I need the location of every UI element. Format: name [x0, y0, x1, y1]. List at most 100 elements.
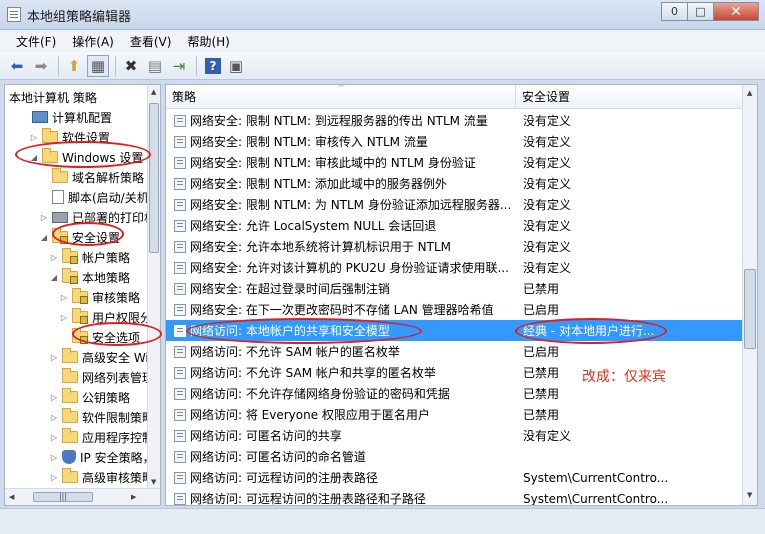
table-row[interactable]: 网络安全: 允许本地系统将计算机标识用于 NTLM 没有定义: [166, 236, 742, 257]
policy-icon: [174, 387, 186, 400]
collapsed-arrow-icon[interactable]: ▷: [49, 433, 59, 442]
collapsed-arrow-icon[interactable]: ▷: [49, 453, 59, 462]
scroll-down-icon[interactable]: ▼: [151, 478, 156, 486]
menu-help[interactable]: 帮助(H): [179, 33, 237, 50]
tree-item[interactable]: ▷IP 安全策略，在 本地计算机: [49, 447, 160, 467]
tree-horizontal-scrollbar[interactable]: ◀ ||| ▶: [5, 488, 160, 505]
collapsed-arrow-icon[interactable]: ▷: [49, 413, 59, 422]
policy-name: 网络安全: 限制 NTLM: 审核此域中的 NTLM 身份验证: [190, 156, 476, 170]
shield-icon: [62, 450, 76, 464]
tree-pane[interactable]: 本地计算机 策略 计算机配置 ▷ 软件设置 ◢ Windows 设置 域名解析策略脚本(启动…: [4, 84, 161, 506]
locked-folder-icon: [62, 268, 78, 284]
export-icon[interactable]: ⇥: [168, 55, 190, 77]
policy-list-pane[interactable]: ^ 策略 安全设置 网络安全: 限制 NTLM: 到远程服务器的传出 NTLM …: [165, 84, 758, 506]
table-row[interactable]: 网络安全: 限制 NTLM: 为 NTLM 身份验证添加远程服务器... 没有定义: [166, 194, 742, 215]
policy-icon: [174, 198, 186, 211]
list-vertical-scrollbar[interactable]: ▲ ▼: [742, 85, 757, 505]
tree-item[interactable]: ▷ 用户权限分配: [59, 307, 160, 327]
table-row[interactable]: 网络安全: 限制 NTLM: 审核传入 NTLM 流量 没有定义: [166, 131, 742, 152]
table-row[interactable]: 网络安全: 限制 NTLM: 到远程服务器的传出 NTLM 流量 没有定义: [166, 110, 742, 131]
collapsed-arrow-icon[interactable]: ▷: [39, 213, 49, 222]
close-button[interactable]: ✕: [713, 2, 759, 21]
policy-icon: [174, 450, 186, 463]
table-row[interactable]: 网络访问: 不允许存储网络身份验证的密码和凭据 已禁用: [166, 383, 742, 404]
policy-setting: 没有定义: [523, 114, 572, 128]
menu-file[interactable]: 文件(F): [8, 33, 64, 50]
tree-item[interactable]: ▷ 软件限制策略: [49, 407, 154, 427]
policy-name: 网络安全: 限制 NTLM: 审核传入 NTLM 流量: [190, 135, 428, 149]
forward-icon[interactable]: ➡: [30, 55, 52, 77]
back-icon[interactable]: ⬅: [6, 55, 28, 77]
help-icon[interactable]: ?: [205, 57, 221, 74]
collapsed-arrow-icon[interactable]: ▷: [59, 313, 69, 322]
scroll-up-icon[interactable]: ▲: [747, 89, 752, 97]
policy-setting: 没有定义: [523, 177, 572, 191]
tree-item[interactable]: ◢ 本地策略: [49, 267, 130, 287]
expanded-arrow-icon[interactable]: ◢: [29, 153, 39, 162]
tree-item[interactable]: ▷ 帐户策略: [49, 247, 130, 267]
menu-view[interactable]: 查看(V): [122, 33, 180, 50]
table-row[interactable]: 网络访问: 可匿名访问的命名管道: [166, 446, 742, 467]
table-row[interactable]: 网络安全: 限制 NTLM: 审核此域中的 NTLM 身份验证 没有定义: [166, 152, 742, 173]
tree-item[interactable]: ▷应用程序控制策略: [49, 427, 160, 447]
expanded-arrow-icon[interactable]: ◢: [49, 273, 59, 282]
collapsed-arrow-icon[interactable]: ▷: [59, 293, 69, 302]
tree-item[interactable]: 域名解析策略: [39, 167, 144, 187]
table-row[interactable]: 网络访问: 不允许 SAM 帐户的匿名枚举 已启用: [166, 341, 742, 362]
tree-item[interactable]: 脚本(启动/关机): [39, 187, 153, 207]
table-row[interactable]: 网络访问: 本地帐户的共享和安全模型 经典 - 对本地用户进行...: [166, 320, 742, 341]
tree-item[interactable]: 计算机配置: [19, 107, 112, 127]
tree-item[interactable]: ▷ 审核策略: [59, 287, 140, 307]
collapsed-arrow-icon[interactable]: ▷: [49, 393, 59, 402]
scroll-thumb[interactable]: |||: [33, 492, 93, 502]
scroll-left-icon[interactable]: ◀: [9, 493, 14, 501]
minimize-button[interactable]: 0: [661, 2, 688, 21]
collapsed-arrow-icon[interactable]: ▷: [49, 253, 59, 262]
scroll-up-icon[interactable]: ▲: [151, 88, 156, 96]
tree-item[interactable]: ▷ 公钥策略: [49, 387, 130, 407]
delete-icon[interactable]: ✖: [120, 55, 142, 77]
collapsed-arrow-icon[interactable]: ▷: [29, 133, 39, 142]
maximize-button[interactable]: □: [687, 2, 714, 21]
menu-action[interactable]: 操作(A): [64, 33, 122, 50]
up-folder-icon[interactable]: ⬆: [63, 55, 85, 77]
column-header-policy[interactable]: ^ 策略: [166, 85, 516, 109]
view-icon[interactable]: ▣: [225, 55, 247, 77]
table-row[interactable]: 网络安全: 允许对该计算机的 PKU2U 身份验证请求使用联... 没有定义: [166, 257, 742, 278]
table-row[interactable]: 网络访问: 可远程访问的注册表路径和子路径 System\CurrentContr…: [166, 488, 742, 505]
minimize-icon: 0: [671, 5, 678, 18]
scroll-thumb[interactable]: [149, 103, 159, 253]
tree-item[interactable]: ▷ 软件设置: [29, 127, 110, 147]
tree-item-label: 脚本(启动/关机): [68, 190, 154, 205]
table-row[interactable]: 网络访问: 将 Everyone 权限应用于匿名用户 已禁用: [166, 404, 742, 425]
policy-icon: [174, 303, 186, 316]
table-row[interactable]: 网络安全: 在超过登录时间后强制注销 已禁用: [166, 278, 742, 299]
tree-item[interactable]: ▷高级安全 Windows 防火墙: [49, 347, 160, 367]
collapsed-arrow-icon[interactable]: ▷: [49, 473, 59, 482]
policy-setting: 经典 - 对本地用户进行...: [523, 324, 655, 338]
show-tree-icon[interactable]: ▦: [87, 54, 109, 77]
table-row[interactable]: 网络访问: 可匿名访问的共享 没有定义: [166, 425, 742, 446]
tree-item[interactable]: 网络列表管理器策略: [49, 367, 160, 387]
policy-icon: [174, 282, 186, 295]
folder-icon: [62, 368, 78, 383]
policy-setting: 没有定义: [523, 240, 572, 254]
table-row[interactable]: 网络安全: 允许 LocalSystem NULL 会话回退 没有定义: [166, 215, 742, 236]
properties-icon[interactable]: ▤: [144, 55, 166, 77]
expanded-arrow-icon[interactable]: ◢: [39, 233, 49, 242]
collapsed-arrow-icon[interactable]: ▷: [49, 353, 59, 362]
column-header-setting[interactable]: 安全设置: [516, 85, 742, 109]
tree-item[interactable]: ▷高级审核策略配置: [49, 467, 160, 487]
table-row[interactable]: 网络安全: 在下一次更改密码时不存储 LAN 管理器哈希值 已启用: [166, 299, 742, 320]
table-row[interactable]: 网络安全: 限制 NTLM: 添加此域中的服务器例外 没有定义: [166, 173, 742, 194]
tree-item[interactable]: ◢ Windows 设置: [29, 147, 143, 167]
scroll-right-icon[interactable]: ▶: [131, 493, 136, 501]
scroll-down-icon[interactable]: ▼: [747, 491, 752, 499]
tree-item[interactable]: ◢ 安全设置: [39, 227, 120, 247]
tree-item[interactable]: 本地计算机 策略: [9, 87, 97, 107]
tree-item[interactable]: ▷ 已部署的打印机: [39, 207, 156, 227]
tree-vertical-scrollbar[interactable]: ▲ ▼: [147, 85, 160, 489]
tree-item[interactable]: 安全选项: [59, 327, 140, 347]
scroll-thumb[interactable]: [744, 269, 756, 349]
table-row[interactable]: 网络访问: 可远程访问的注册表路径 System\CurrentContro...: [166, 467, 742, 488]
